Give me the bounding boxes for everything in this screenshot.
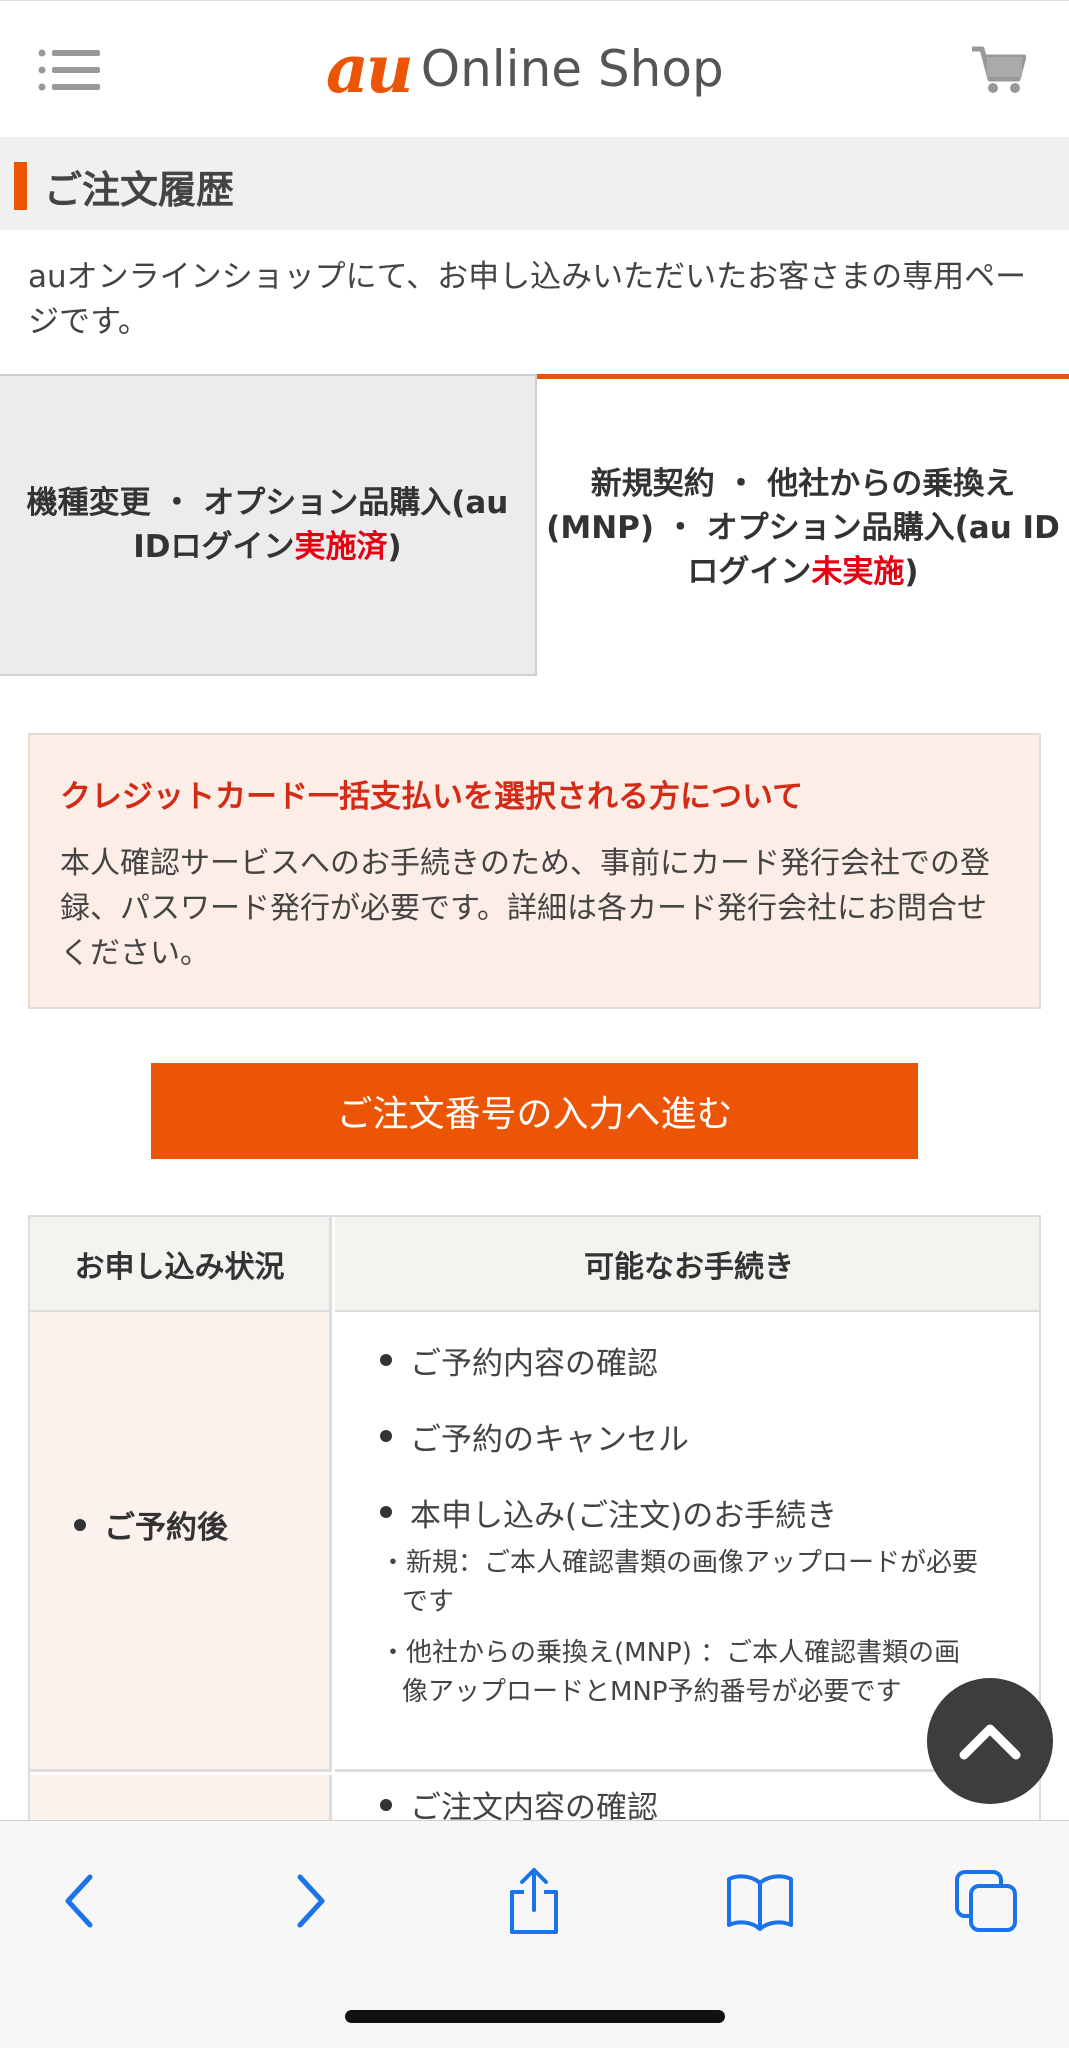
- logo-text: Online Shop: [420, 40, 724, 98]
- table-cell-status: ご予約後: [30, 1312, 332, 1772]
- tab-label-suffix: ): [904, 553, 919, 590]
- tab-label-text: 新規契約 ・ 他社からの乗換え(MNP) ・ オプション品購入(au IDログイ…: [546, 465, 1060, 590]
- intro-text: auオンラインショップにて、お申し込みいただいたお客さまの専用ページです。: [28, 259, 1027, 340]
- tab-label-suffix: ): [387, 529, 402, 565]
- back-button[interactable]: [40, 1861, 120, 1941]
- table-header-status: お申し込み状況: [30, 1217, 332, 1312]
- home-indicator[interactable]: [345, 2010, 725, 2023]
- list-item: 本申し込み(ご注文)のお手続き: [380, 1492, 1039, 1534]
- tabs-icon: [955, 1870, 1017, 1932]
- bullet-icon: [380, 1354, 392, 1366]
- site-header: au Online Shop: [0, 0, 1069, 137]
- procedure-text: 本申し込み(ご注文)のお手続き: [410, 1497, 838, 1534]
- page-title-bar: ご注文履歴: [0, 137, 1069, 230]
- au-online-shop-logo[interactable]: au Online Shop: [326, 29, 724, 109]
- list-item: ご予約内容の確認: [380, 1340, 1039, 1382]
- bullet-icon: [74, 1518, 86, 1531]
- bullet-icon: [380, 1506, 392, 1518]
- table-header-procedures: 可能なお手続き: [335, 1217, 1039, 1312]
- share-button[interactable]: [494, 1861, 574, 1941]
- notice-title: クレジットカード一括支払いを選択される方について: [60, 779, 804, 815]
- forward-icon: [297, 1874, 325, 1928]
- tab-new-contract[interactable]: 新規契約 ・ 他社からの乗換え(MNP) ・ オプション品購入(au IDログイ…: [537, 374, 1069, 676]
- procedure-note: ・他社からの乗換え(MNP) ：ご本人確認書類の画像アップロードとMNP予約番号…: [380, 1638, 961, 1707]
- hamburger-menu-icon[interactable]: [38, 49, 100, 91]
- bullet-icon: [380, 1430, 392, 1442]
- chevron-up-icon: [959, 1724, 1021, 1760]
- tab-label: 新規契約 ・ 他社からの乗換え(MNP) ・ オプション品購入(au IDログイ…: [538, 462, 1068, 594]
- title-accent-bar: [14, 162, 27, 210]
- tab-label: 機種変更 ・ オプション品購入(au IDログイン実施済): [8, 481, 528, 569]
- procedure-table: お申し込み状況 可能なお手続き ご予約後 ご予約内容の確認 ご予約のキャンセル …: [28, 1215, 1041, 1835]
- share-icon: [510, 1868, 558, 1934]
- back-icon: [65, 1874, 93, 1928]
- forward-button[interactable]: [270, 1861, 350, 1941]
- cart-icon[interactable]: [970, 41, 1026, 97]
- tab-label-text: 機種変更 ・ オプション品購入(au IDログイン: [26, 485, 509, 565]
- procedure-note: ・新規：ご本人確認書類の画像アップロードが必要です: [380, 1548, 979, 1617]
- bookmarks-button[interactable]: [720, 1861, 800, 1941]
- tab-status-label: 未実施: [811, 553, 905, 590]
- procedure-text: ご予約のキャンセル: [410, 1421, 689, 1458]
- procedure-text: ご予約内容の確認: [410, 1345, 658, 1382]
- status-label: ご予約後: [74, 1502, 228, 1547]
- bookmarks-icon: [727, 1874, 793, 1931]
- tabs-button[interactable]: [946, 1861, 1026, 1941]
- page-title: ご注文履歴: [44, 168, 235, 212]
- tab-status-label: 実施済: [294, 529, 388, 565]
- enter-order-number-button[interactable]: ご注文番号の入力へ進む: [151, 1063, 918, 1159]
- scroll-to-top-button[interactable]: [927, 1678, 1053, 1804]
- notice-body: 本人確認サービスへのお手続きのため、事前にカード発行会社での登録、パスワード発行…: [60, 846, 990, 971]
- logo-au-mark: au: [326, 30, 414, 108]
- bullet-icon: [380, 1798, 392, 1811]
- list-item: ご予約のキャンセル: [380, 1416, 1039, 1458]
- table-cell-procedures: ご予約内容の確認 ご予約のキャンセル 本申し込み(ご注文)のお手続き ・新規：ご…: [335, 1312, 1039, 1772]
- credit-card-notice: クレジットカード一括支払いを選択される方について 本人確認サービスへのお手続きの…: [28, 733, 1041, 1009]
- status-text: ご予約後: [104, 1510, 228, 1546]
- tab-model-change[interactable]: 機種変更 ・ オプション品購入(au IDログイン実施済): [0, 374, 537, 676]
